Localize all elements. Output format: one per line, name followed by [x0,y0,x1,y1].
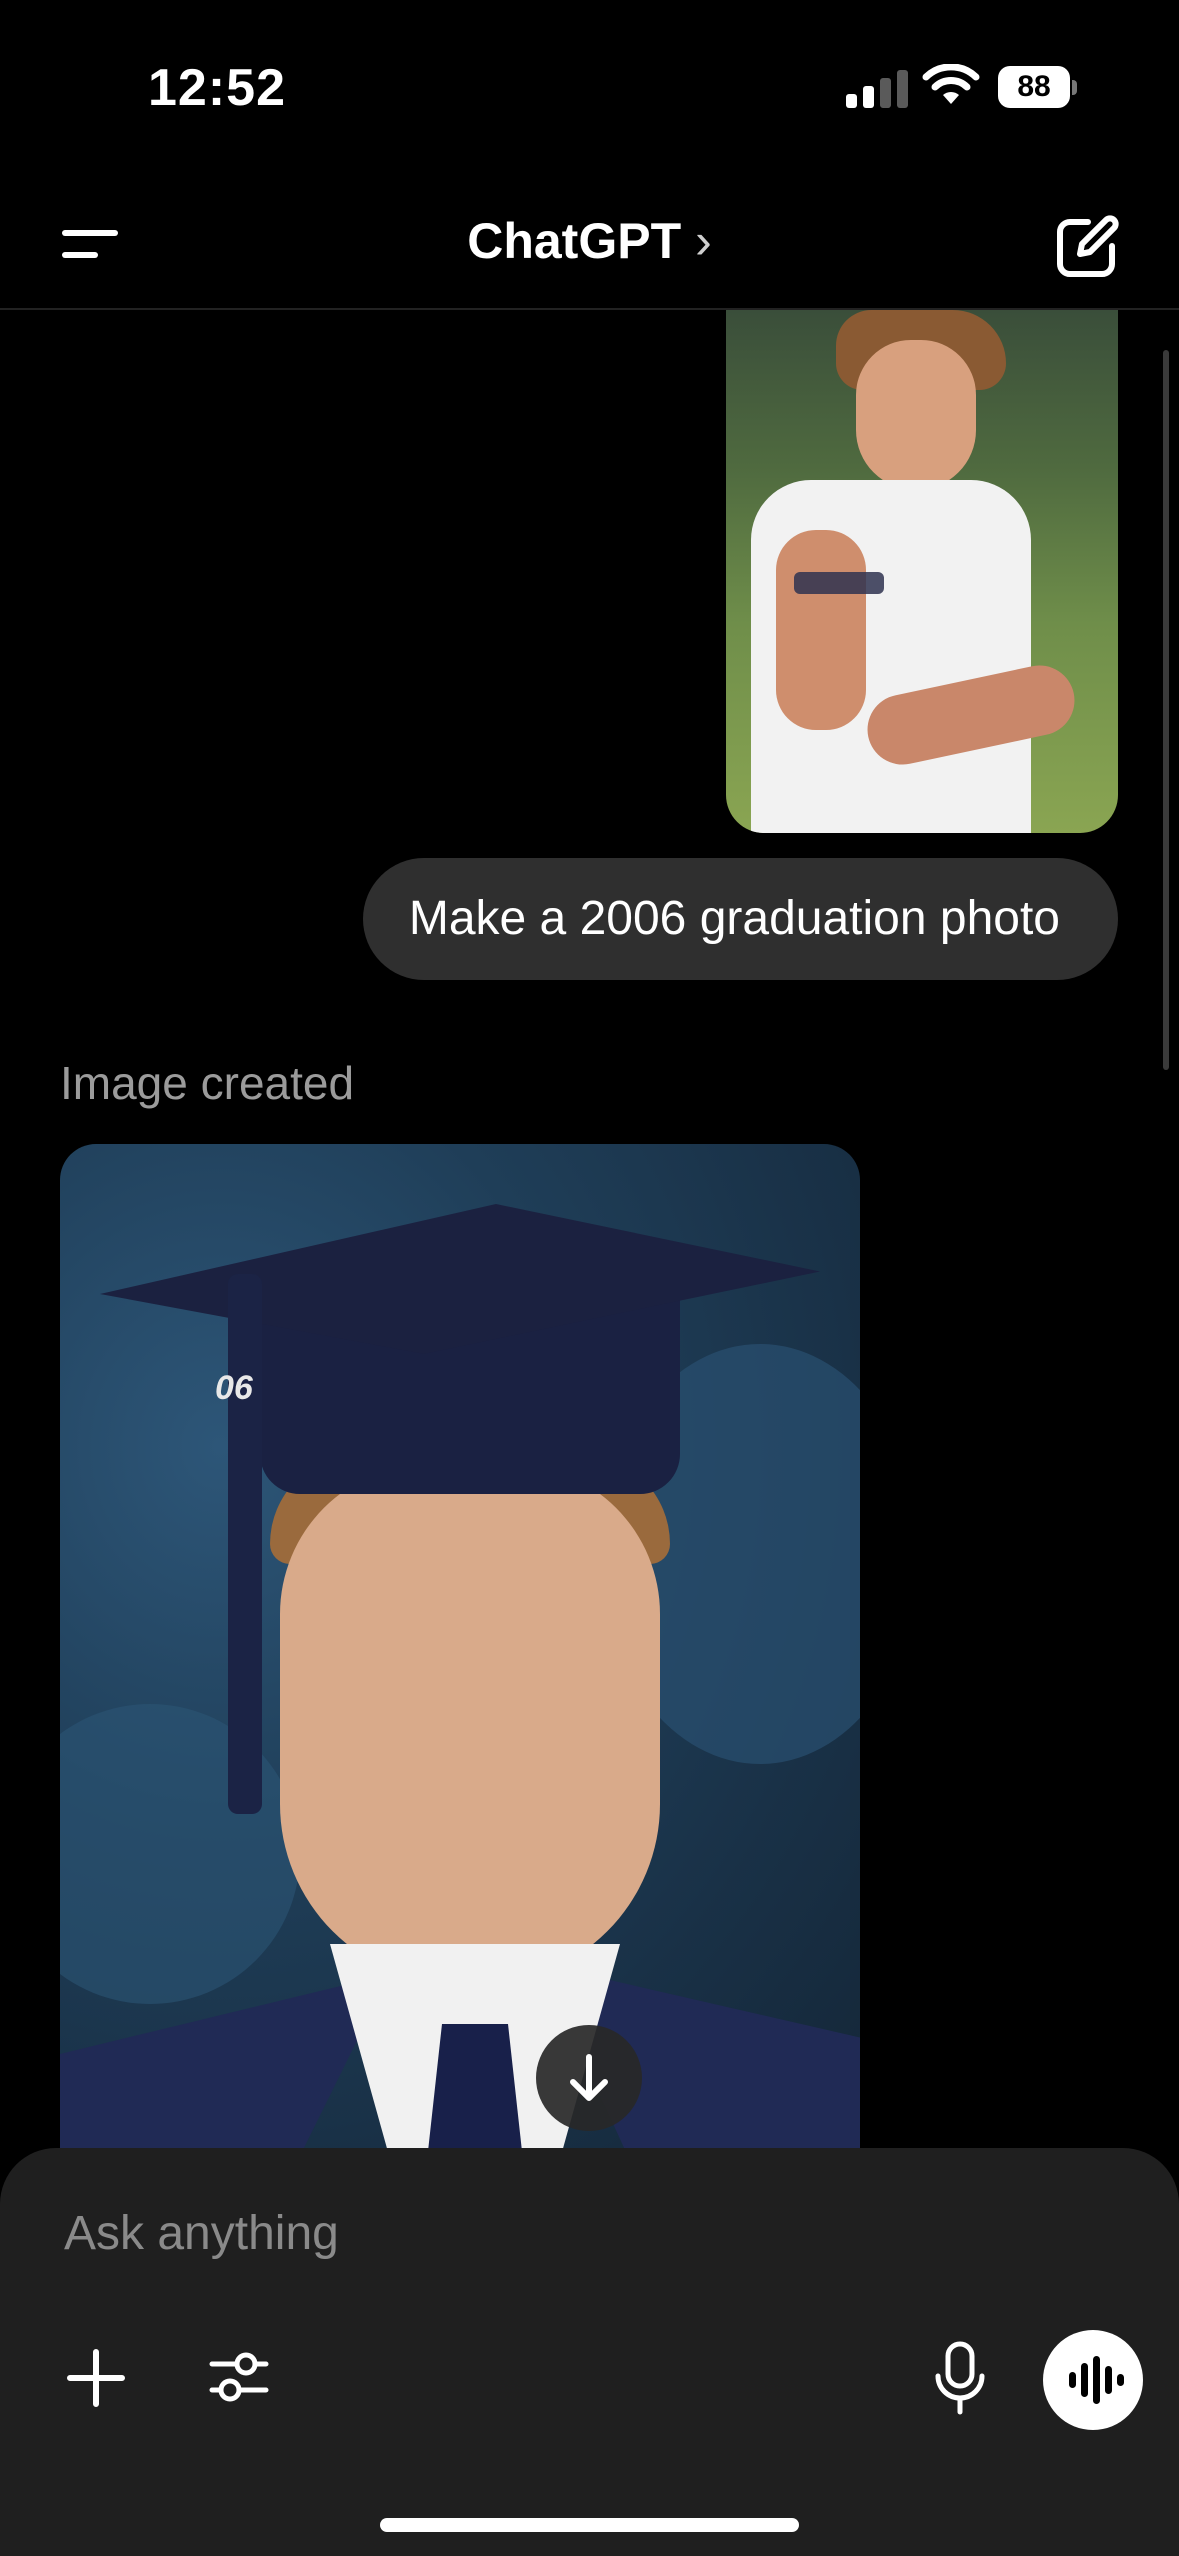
assistant-status-label: Image created [60,1057,355,1109]
chevron-right-icon: › [695,213,712,269]
arrow-down-icon [570,2054,608,2101]
sliders-icon[interactable] [208,2346,270,2408]
user-message-bubble[interactable]: Make a 2006 graduation photo [362,858,1118,980]
message-input[interactable]: Ask anything [64,2206,339,2261]
plus-icon[interactable] [66,2348,126,2408]
model-selector[interactable]: ChatGPT › [0,212,1179,270]
message-composer: Ask anything [0,2148,1179,2556]
tassel-year-tag: 06 [215,1369,253,1407]
voice-mode-button[interactable] [1043,2330,1143,2430]
user-uploaded-photo[interactable] [726,310,1118,833]
compose-icon[interactable] [1054,214,1120,280]
generated-image[interactable]: 06 [60,1144,860,2154]
voice-wave-icon [1069,2356,1124,2404]
battery-icon: 88 [998,66,1077,110]
battery-percent: 88 [1017,70,1051,103]
page-title: ChatGPT [467,213,682,269]
scrollbar[interactable] [1163,350,1169,1070]
cellular-signal-icon [846,70,908,108]
microphone-icon[interactable] [930,2340,990,2416]
home-indicator[interactable] [380,2518,799,2532]
app-header: ChatGPT › [0,178,1179,310]
status-time: 12:52 [148,59,286,117]
wifi-icon [922,64,980,104]
status-bar: 12:52 88 [0,0,1179,170]
scroll-to-bottom-button[interactable] [536,2025,642,2131]
